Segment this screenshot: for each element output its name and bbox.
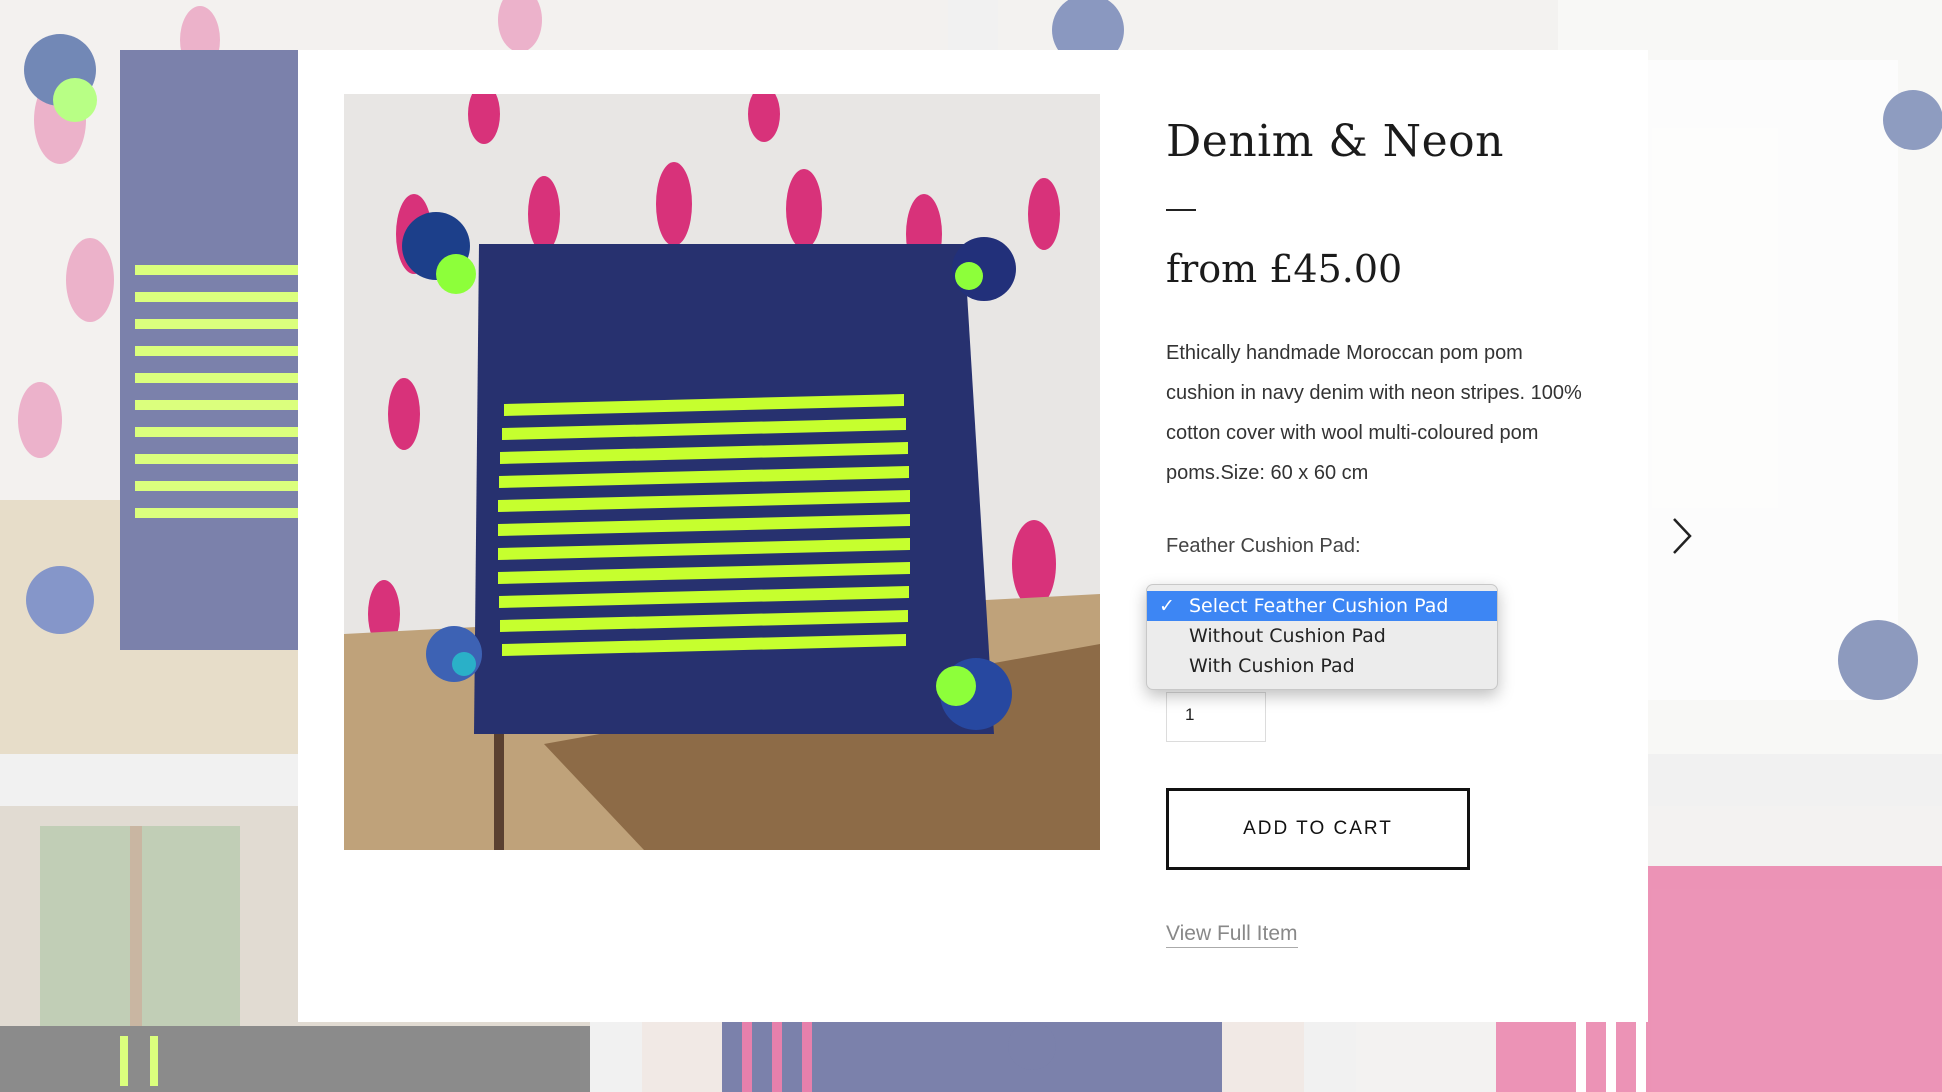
option-label-text: Select Feather Cushion Pad xyxy=(1189,595,1449,617)
product-price: from £45.00 xyxy=(1166,247,1403,291)
denim-neon-cushion-photo xyxy=(344,94,1100,850)
option-label-text: Without Cushion Pad xyxy=(1189,625,1386,647)
quantity-input[interactable]: 1 xyxy=(1166,692,1266,742)
product-details: Denim & Neon from £45.00 Ethically handm… xyxy=(1166,116,1606,558)
checkmark-icon: ✓ xyxy=(1159,595,1175,617)
product-description: Ethically handmade Moroccan pom pom cush… xyxy=(1166,342,1582,484)
product-image xyxy=(344,94,1100,850)
option-label-text: With Cushion Pad xyxy=(1189,655,1355,677)
cushion-pad-select-dropdown[interactable]: ✓ Select Feather Cushion Pad Without Cus… xyxy=(1146,584,1498,690)
quick-view-modal: Denim & Neon from £45.00 Ethically handm… xyxy=(298,50,1648,1022)
option-with-cushion-pad[interactable]: With Cushion Pad xyxy=(1147,651,1497,681)
title-divider xyxy=(1166,209,1196,211)
option-select-feather-cushion-pad[interactable]: ✓ Select Feather Cushion Pad xyxy=(1147,591,1497,621)
chevron-right-icon xyxy=(1673,518,1692,554)
product-title: Denim & Neon xyxy=(1166,116,1504,167)
add-to-cart-button[interactable]: ADD TO CART xyxy=(1166,788,1470,870)
view-full-item-link[interactable]: View Full Item xyxy=(1166,922,1298,948)
option-without-cushion-pad[interactable]: Without Cushion Pad xyxy=(1147,621,1497,651)
option-label: Feather Cushion Pad: xyxy=(1166,535,1361,557)
next-product-arrow[interactable] xyxy=(1666,514,1698,558)
